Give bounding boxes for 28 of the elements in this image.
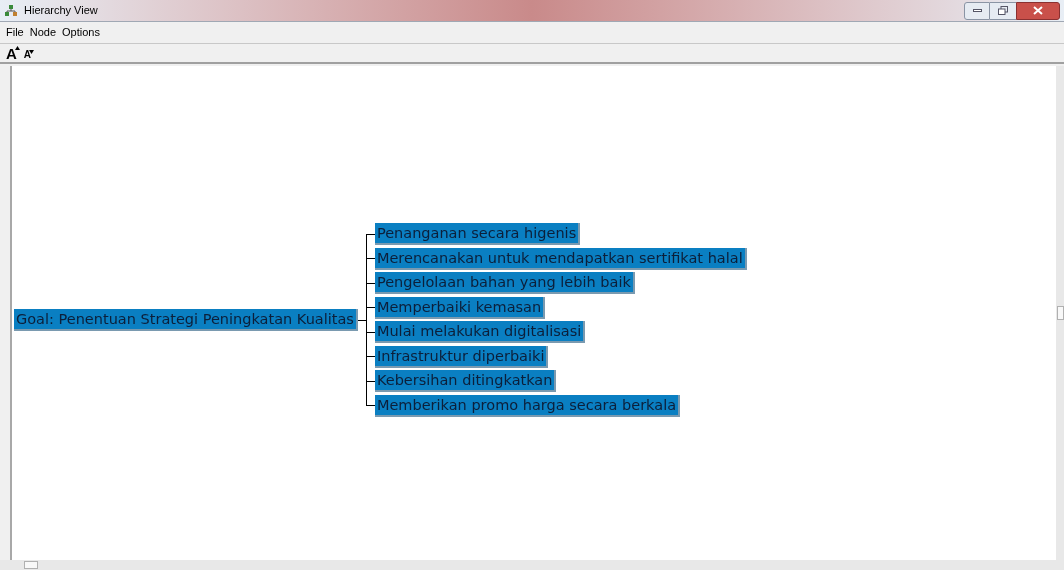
window-title: Hierarchy View: [24, 3, 98, 19]
tree-node[interactable]: Kebersihan ditingkatkan: [374, 370, 557, 393]
maximize-button[interactable]: [990, 1, 1016, 20]
tree-node[interactable]: Pengelolaan bahan yang lebih baik: [374, 272, 635, 295]
close-icon: [1033, 6, 1043, 15]
down-triangle-icon: [29, 49, 35, 54]
close-button[interactable]: [1016, 1, 1060, 20]
restore-icon: [998, 6, 1008, 15]
scroll-thumb[interactable]: [24, 561, 38, 569]
decrease-font-button[interactable]: A: [23, 49, 35, 60]
menu-item[interactable]: Options: [62, 24, 100, 41]
minimize-button[interactable]: [964, 1, 990, 20]
scroll-thumb[interactable]: [1056, 306, 1064, 320]
tree-node[interactable]: Goal: Penentuan Strategi Peningkatan Kualitas: [14, 309, 358, 331]
tree-node[interactable]: Infrastruktur diperbaiki: [374, 345, 549, 368]
minimize-icon: [972, 9, 982, 12]
up-triangle-icon: [14, 45, 20, 50]
increase-font-button[interactable]: A: [6, 45, 20, 61]
tree-node[interactable]: Penanganan secara higenis: [374, 223, 581, 246]
tree-node[interactable]: Merencanakan untuk mendapatkan sertifikat halal: [374, 247, 747, 270]
vertical-scrollbar[interactable]: [1056, 66, 1064, 560]
menu-item[interactable]: File: [6, 24, 24, 41]
horizontal-scrollbar[interactable]: [0, 560, 1064, 570]
menu-item[interactable]: Node: [29, 24, 57, 41]
tree-node[interactable]: Mulai melakukan digitalisasi: [374, 321, 586, 344]
app-icon: [4, 3, 18, 18]
tree-node[interactable]: Memperbaiki kemasan: [374, 296, 546, 319]
tree-node[interactable]: Memberikan promo harga secara berkala: [374, 394, 681, 417]
